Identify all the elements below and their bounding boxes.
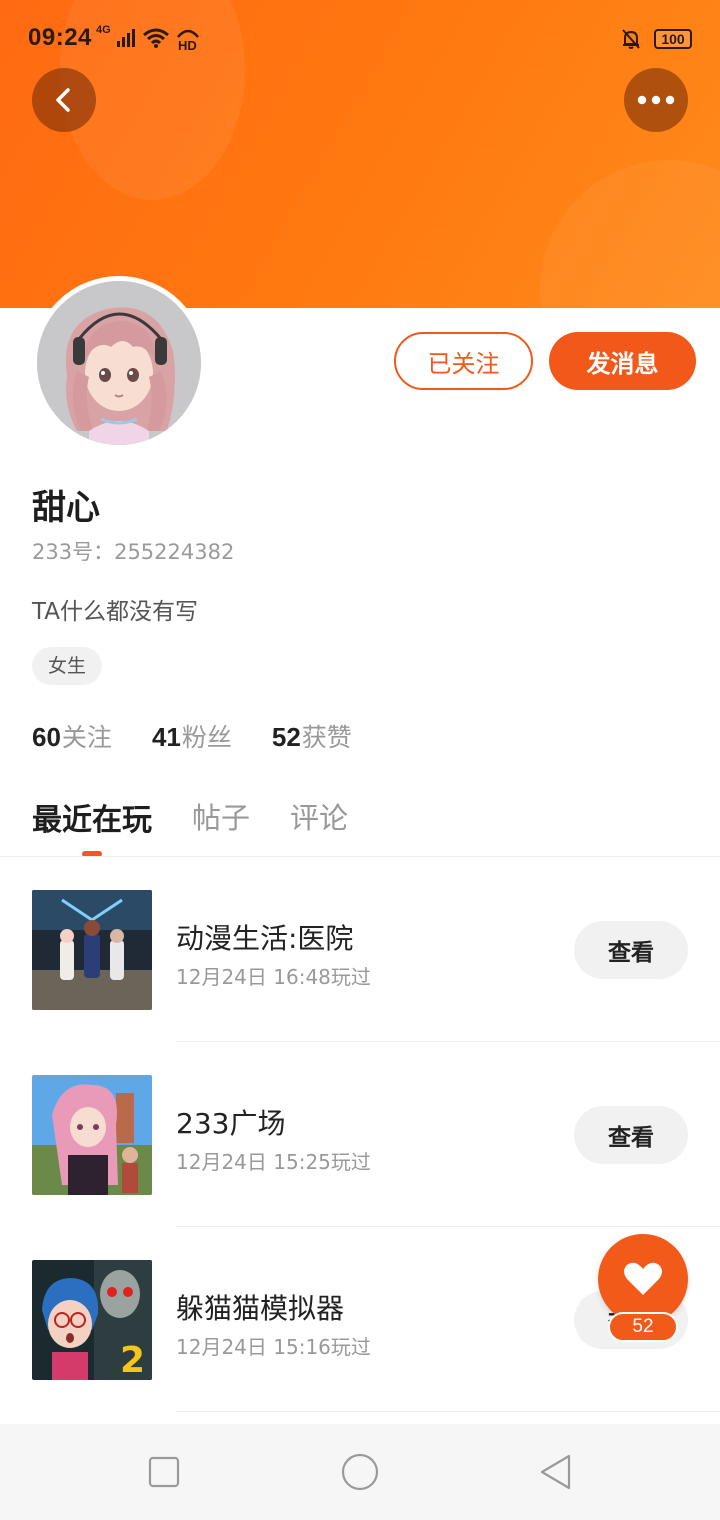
- like-count-badge: 52: [608, 1312, 678, 1342]
- game-title: 躲猫猫模拟器: [176, 1292, 345, 1325]
- profile-header-banner: 09:24 4G HD 100: [0, 0, 720, 308]
- list-item[interactable]: 233广场 12月24日 15:25玩过 查看: [0, 1042, 720, 1227]
- profile-bio: TA什么都没有写: [32, 599, 198, 625]
- svg-text:2: 2: [120, 1340, 145, 1380]
- banner-decoration: [540, 160, 720, 308]
- network-type: 4G: [96, 24, 111, 36]
- following-count: 60: [32, 722, 61, 752]
- status-bar: 09:24 4G HD 100: [0, 18, 720, 58]
- avatar-image: [37, 281, 201, 445]
- tab-label: 评论: [290, 801, 349, 835]
- status-icons: 4G HD: [96, 24, 201, 52]
- profile-uid: 233号：255224382: [32, 540, 235, 564]
- status-time: 09:24: [28, 24, 92, 51]
- recents-square-icon: [148, 1456, 180, 1488]
- mute-bell-icon: [622, 29, 640, 49]
- game-played-time: 12月24日 16:48玩过: [176, 965, 371, 989]
- tab-recently-played[interactable]: 最近在玩: [32, 795, 152, 857]
- view-button[interactable]: 查看: [574, 921, 688, 979]
- tab-posts[interactable]: 帖子: [192, 795, 250, 855]
- wifi-icon: [142, 28, 169, 48]
- profile-stats: 60 关注 41 粉丝 52 获赞: [32, 718, 352, 754]
- fans-label: 粉丝: [181, 723, 232, 752]
- game-played-time: 12月24日 15:25玩过: [176, 1150, 371, 1174]
- game-thumbnail: [32, 890, 152, 1010]
- tab-comments[interactable]: 评论: [290, 795, 348, 855]
- signal-icon: [116, 29, 135, 47]
- hd-icon: HD: [176, 29, 199, 51]
- divider: [176, 1411, 720, 1412]
- game-played-time: 12月24日 15:16玩过: [176, 1335, 371, 1359]
- game-title: 233广场: [176, 1107, 286, 1140]
- svg-text:HD: HD: [178, 38, 197, 51]
- view-button[interactable]: 查看: [574, 1106, 688, 1164]
- system-nav-bar: [0, 1424, 720, 1520]
- profile-name: 甜心: [32, 488, 100, 528]
- more-horizontal-icon: [637, 95, 675, 105]
- following-label: 关注: [61, 723, 112, 752]
- avatar[interactable]: [32, 276, 206, 450]
- home-circle-icon: [341, 1453, 379, 1491]
- fans-count: 41: [151, 722, 181, 752]
- home-button[interactable]: [340, 1452, 380, 1492]
- back-triangle-icon: [540, 1454, 571, 1490]
- gender-tag: 女生: [32, 647, 103, 685]
- send-message-button[interactable]: 发消息: [549, 332, 696, 390]
- tab-label: 帖子: [192, 801, 251, 835]
- stat-fans[interactable]: 41 粉丝: [152, 718, 232, 754]
- more-button[interactable]: [624, 68, 688, 132]
- heart-icon: [624, 1262, 662, 1295]
- profile-tabs: 最近在玩 帖子 评论: [32, 795, 348, 857]
- list-item[interactable]: 动漫生活:医院 12月24日 16:48玩过 查看: [0, 857, 720, 1042]
- game-title: 动漫生活:医院: [176, 922, 354, 955]
- stat-following[interactable]: 60 关注: [32, 718, 112, 754]
- likes-count: 52: [271, 722, 301, 752]
- chevron-left-icon: [56, 88, 70, 112]
- tab-label: 最近在玩: [32, 803, 152, 838]
- like-button[interactable]: [598, 1234, 688, 1324]
- likes-label: 获赞: [301, 723, 352, 752]
- status-icons-right: 100: [620, 26, 692, 52]
- followed-button[interactable]: 已关注: [394, 332, 533, 390]
- battery-icon: 100: [654, 29, 692, 49]
- back-button[interactable]: [32, 68, 96, 132]
- recents-button[interactable]: [144, 1452, 184, 1492]
- stat-likes: 52 获赞: [272, 718, 352, 754]
- game-thumbnail: 2: [32, 1260, 152, 1380]
- back-nav-button[interactable]: [536, 1452, 576, 1492]
- game-thumbnail: [32, 1075, 152, 1195]
